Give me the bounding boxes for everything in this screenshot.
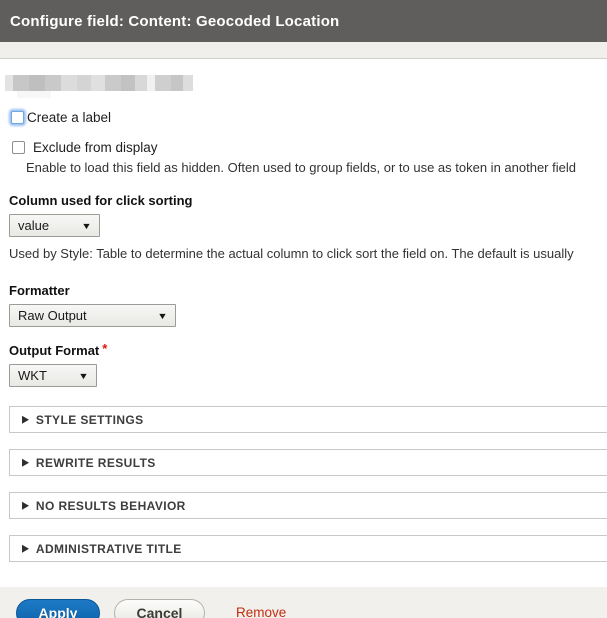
fieldset-label: NO RESULTS BEHAVIOR [35, 498, 186, 513]
redacted-text-shadow [17, 91, 137, 98]
exclude-display-checkbox[interactable] [12, 141, 25, 154]
chevron-down-icon: ▼ [78, 370, 89, 381]
dialog-body: Create a label Exclude from display Enab… [0, 75, 607, 562]
dialog-header: Configure field: Content: Geocoded Locat… [0, 0, 607, 42]
output-format-select[interactable]: WKT ▼ [9, 364, 97, 387]
chevron-down-icon: ▼ [157, 310, 168, 321]
click-sorting-select[interactable]: value ▼ [9, 214, 100, 237]
remove-link[interactable]: Remove [236, 605, 286, 618]
dialog-subbar [0, 42, 607, 59]
collapsed-arrow-icon: ▶ [22, 413, 29, 425]
exclude-display-row: Exclude from display [9, 140, 607, 155]
fieldset-label: STYLE SETTINGS [35, 412, 144, 427]
required-asterisk: * [102, 341, 108, 356]
collapsed-arrow-icon: ▶ [22, 542, 29, 554]
collapsed-arrow-icon: ▶ [22, 499, 29, 511]
exclude-display-description: Enable to load this field as hidden. Oft… [26, 160, 576, 175]
dialog-footer: Apply Cancel Remove [0, 587, 607, 618]
output-format-label: Output Format * [9, 341, 607, 358]
fieldset-rewrite-results[interactable]: ▶ REWRITE RESULTS [9, 449, 607, 476]
click-sorting-description: Used by Style: Table to determine the ac… [9, 246, 574, 261]
click-sorting-label: Column used for click sorting [9, 193, 193, 208]
redacted-text [5, 75, 193, 91]
fieldset-style-settings[interactable]: ▶ STYLE SETTINGS [9, 406, 607, 433]
click-sorting-value: value [18, 218, 50, 233]
chevron-down-icon: ▼ [81, 220, 92, 231]
fieldset-administrative-title[interactable]: ▶ ADMINISTRATIVE TITLE [9, 535, 607, 562]
output-format-value: WKT [18, 368, 47, 383]
formatter-select[interactable]: Raw Output ▼ [9, 304, 176, 327]
collapsed-arrow-icon: ▶ [22, 456, 29, 468]
output-format-label-text: Output Format [9, 343, 100, 358]
fieldset-label: ADMINISTRATIVE TITLE [35, 541, 182, 556]
formatter-value: Raw Output [18, 308, 87, 323]
cancel-button[interactable]: Cancel [114, 598, 205, 618]
apply-button[interactable]: Apply [16, 598, 100, 618]
dialog-title: Configure field: Content: Geocoded Locat… [10, 12, 340, 30]
create-label-row: Create a label [9, 110, 607, 125]
create-label-checkbox[interactable] [11, 111, 24, 124]
exclude-display-text: Exclude from display [33, 140, 158, 155]
formatter-label: Formatter [9, 283, 70, 298]
fieldset-no-results-behavior[interactable]: ▶ NO RESULTS BEHAVIOR [9, 492, 607, 519]
fieldset-label: REWRITE RESULTS [35, 455, 156, 470]
create-label-text: Create a label [27, 110, 112, 125]
